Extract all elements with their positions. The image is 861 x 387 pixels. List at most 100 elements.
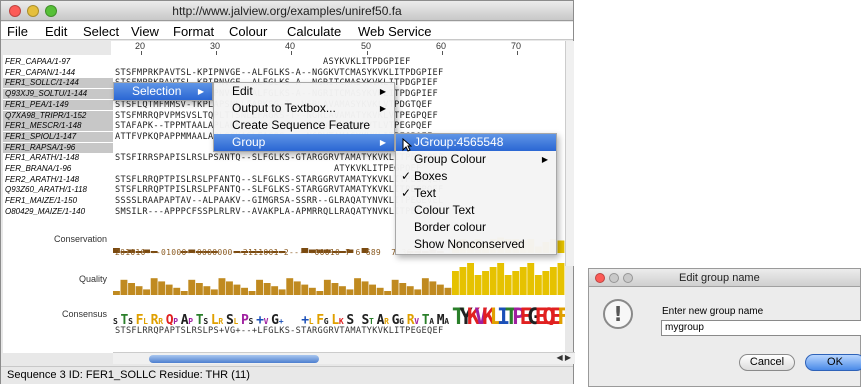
menu-item-selection[interactable]: Selection ▶ bbox=[114, 83, 212, 100]
sequence-id[interactable]: FER1_SPIOL/1-147 bbox=[3, 131, 113, 142]
logo-letter: S bbox=[249, 317, 254, 325]
menu-item-colour-text[interactable]: Colour Text bbox=[396, 202, 556, 219]
cancel-button[interactable]: Cancel bbox=[739, 354, 795, 371]
histogram-bar bbox=[323, 279, 331, 295]
sequence-id[interactable]: FER1_SOLLC/1-144 bbox=[3, 78, 113, 89]
menu-calculate[interactable]: Calculate bbox=[287, 24, 341, 39]
menu-view[interactable]: View bbox=[131, 24, 159, 39]
menu-item-border-colour[interactable]: Border colour bbox=[396, 219, 556, 236]
histogram-bar bbox=[406, 286, 414, 295]
sequence-row[interactable]: ATYKVKLITPEGPQEF bbox=[115, 164, 422, 174]
sequence-id[interactable]: FER1_MESCR/1-148 bbox=[3, 121, 113, 132]
menu-colour[interactable]: Colour bbox=[229, 24, 267, 39]
histogram-bar bbox=[557, 263, 565, 295]
sequence-id[interactable]: FER_CAPAA/1-97 bbox=[3, 57, 113, 67]
horizontal-scrollbar[interactable]: ◀ ▶ bbox=[113, 352, 575, 364]
sequence-id[interactable]: FER_BRANA/1-96 bbox=[3, 164, 113, 174]
dialog-zoom-button bbox=[623, 273, 633, 283]
menu-item-create-sequence-feature[interactable]: Create Sequence Feature bbox=[214, 117, 394, 134]
histogram-bar bbox=[512, 271, 520, 295]
scroll-thumb[interactable] bbox=[149, 355, 319, 363]
menu-web-service[interactable]: Web Service bbox=[358, 24, 431, 39]
conservation-label: Conservation bbox=[53, 234, 107, 244]
menu-file[interactable]: File bbox=[7, 24, 28, 39]
ok-button[interactable]: OK bbox=[805, 354, 861, 371]
histogram-bar bbox=[346, 289, 354, 295]
histogram-bar bbox=[421, 278, 429, 295]
histogram-bar bbox=[135, 286, 143, 295]
histogram-bar bbox=[414, 289, 422, 295]
menu-item-boxes[interactable]: ✓ Boxes bbox=[396, 168, 556, 185]
dialog-minimize-button bbox=[609, 273, 619, 283]
histogram-bar bbox=[519, 267, 527, 295]
histogram-bar bbox=[195, 283, 203, 295]
submenu-arrow-icon: ▶ bbox=[197, 87, 204, 96]
menu-edit[interactable]: Edit bbox=[45, 24, 67, 39]
menu-item-output-to-textbox[interactable]: Output to Textbox... ▶ bbox=[214, 100, 394, 117]
selection-submenu: Edit ▶ Output to Textbox... ▶ Create Seque… bbox=[213, 82, 395, 152]
histogram-bar bbox=[180, 291, 188, 295]
logo-letter: S bbox=[113, 317, 118, 325]
logo-letter: + bbox=[279, 317, 284, 325]
histogram-bar bbox=[399, 283, 407, 295]
menu-item-show-nonconserved[interactable]: Show Nonconserved bbox=[396, 236, 556, 253]
menu-format[interactable]: Format bbox=[173, 24, 214, 39]
sequence-row[interactable]: STSFMPRKPAVTSL-KPIPNVGE--ALFGLKS-A--NGGK… bbox=[115, 68, 443, 78]
menu-item-group-name[interactable]: JGroup:4565548 bbox=[396, 134, 556, 151]
histogram-bar bbox=[241, 287, 248, 295]
sequence-id[interactable]: O80429_MAIZE/1-140 bbox=[3, 207, 113, 217]
menu-bar: File Edit Select View Format Colour Calc… bbox=[1, 22, 573, 40]
histogram-bar bbox=[497, 263, 505, 295]
column-ruler: 20 30 40 50 60 70 bbox=[111, 41, 565, 55]
window-title: http://www.jalview.org/examples/uniref50… bbox=[172, 4, 402, 18]
sequence-row[interactable]: ASYKVKLITPDGPIEF bbox=[115, 57, 411, 67]
group-name-input[interactable]: mygroup bbox=[661, 320, 861, 336]
title-bar[interactable]: http://www.jalview.org/examples/uniref50… bbox=[1, 1, 573, 21]
menu-item-group-colour[interactable]: Group Colour ▶ bbox=[396, 151, 556, 168]
histogram-bar bbox=[218, 278, 226, 295]
sequence-id[interactable]: Q93Z60_ARATH/1-118 bbox=[3, 185, 113, 195]
histogram-bar bbox=[482, 271, 489, 295]
menu-item-edit[interactable]: Edit ▶ bbox=[214, 83, 394, 100]
consensus-sequence: STSFLRRQPAPTSLRSLPS+VG+--+LFGLKS-STARGGR… bbox=[115, 326, 444, 336]
sequence-id[interactable]: Q7XA98_TRIPR/1-152 bbox=[3, 110, 113, 121]
quality-histogram bbox=[113, 263, 565, 295]
sequence-id[interactable]: FER2_ARATH/1-148 bbox=[3, 175, 113, 185]
logo-letter: L bbox=[143, 317, 148, 325]
ruler-label: 20 bbox=[135, 41, 146, 51]
logo-letter: P bbox=[188, 317, 193, 325]
histogram-bar bbox=[316, 291, 324, 295]
sequence-id[interactable]: FER_CAPAN/1-144 bbox=[3, 68, 113, 78]
scroll-arrows-icon[interactable]: ◀ ▶ bbox=[556, 353, 571, 362]
logo-letter: G bbox=[324, 317, 329, 325]
menu-select[interactable]: Select bbox=[83, 24, 119, 39]
logo-letter: S bbox=[128, 317, 133, 325]
logo-letter: T bbox=[369, 317, 374, 325]
histogram-bar bbox=[128, 283, 135, 295]
sequence-id[interactable]: FER1_PEA/1-149 bbox=[3, 99, 113, 110]
histogram-bar bbox=[527, 263, 535, 295]
menu-item-text[interactable]: ✓ Text bbox=[396, 185, 556, 202]
quality-label: Quality bbox=[78, 274, 107, 284]
sequence-id[interactable]: FER1_MAIZE/1-150 bbox=[3, 196, 113, 206]
histogram-bar bbox=[233, 284, 241, 295]
dialog-title-bar[interactable]: Edit group name bbox=[589, 269, 860, 287]
histogram-bar bbox=[173, 287, 181, 295]
histogram-bar bbox=[429, 281, 437, 295]
consensus-label: Consensus bbox=[61, 309, 107, 319]
histogram-bar bbox=[467, 263, 474, 295]
dialog-close-button[interactable] bbox=[595, 273, 605, 283]
logo-letter: S bbox=[203, 317, 208, 325]
menu-item-group[interactable]: Group ▶ bbox=[214, 134, 394, 151]
conservation-values: 201010---01000--0000000--2111001-2-----0… bbox=[115, 248, 422, 257]
ruler-label: 40 bbox=[285, 41, 296, 51]
vertical-scrollbar[interactable] bbox=[565, 41, 574, 266]
submenu-arrow-icon: ▶ bbox=[379, 87, 386, 96]
histogram-bar bbox=[369, 284, 376, 295]
logo-letter: V bbox=[264, 317, 269, 325]
sequence-id[interactable]: FER1_RAPSA/1-96 bbox=[3, 142, 113, 153]
histogram-bar bbox=[549, 267, 557, 295]
histogram-bar bbox=[278, 289, 286, 295]
sequence-id[interactable]: FER1_ARATH/1-148 bbox=[3, 153, 113, 163]
sequence-id[interactable]: Q93XJ9_SOLTU/1-144 bbox=[3, 89, 113, 100]
